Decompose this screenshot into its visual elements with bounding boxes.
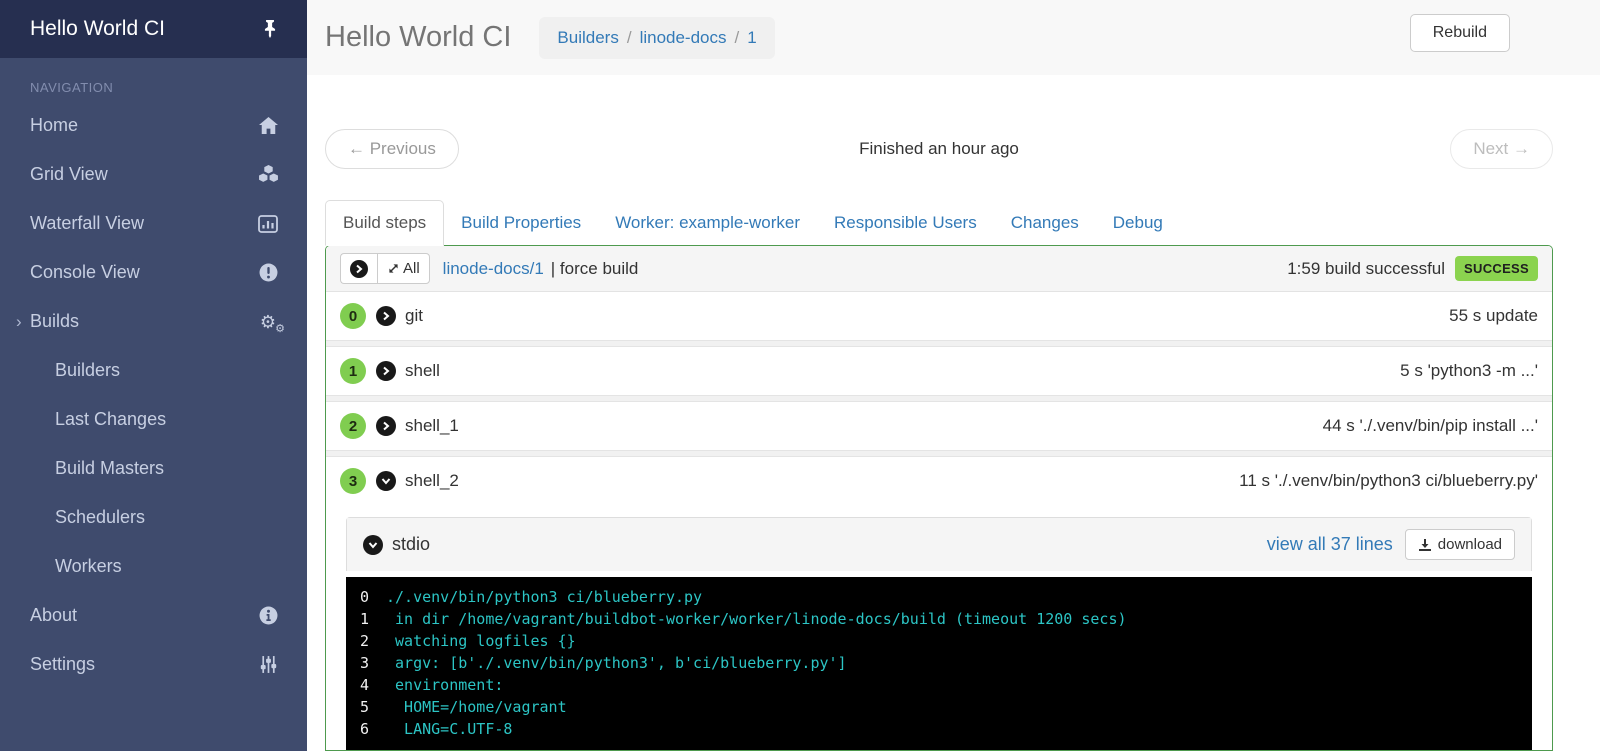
info-circle-icon (257, 606, 279, 626)
step-expanded-area: stdio view all 37 lines download 0 ./.ven… (326, 505, 1552, 750)
sidebar-item-schedulers[interactable]: Schedulers (0, 493, 307, 542)
tab-worker[interactable]: Worker: example-worker (598, 201, 817, 245)
build-result-summary: 1:59 build successful SUCCESS (1287, 256, 1538, 281)
exclamation-circle-icon (257, 263, 279, 283)
build-step-row-git[interactable]: 0 git 55 s update (326, 292, 1552, 340)
step-duration-command: 5 s 'python3 -m ...' (1400, 361, 1538, 380)
tab-build-steps[interactable]: Build steps (325, 200, 445, 246)
sidebar-item-build-masters[interactable]: Build Masters (0, 444, 307, 493)
sidebar-app-title: Hello World CI (30, 17, 165, 40)
build-duration-status: 1:59 build successful (1287, 258, 1446, 278)
expand-caret-icon[interactable]: › (16, 312, 30, 332)
sidebar-item-grid-view[interactable]: Grid View (0, 150, 307, 199)
sidebar-item-waterfall-view[interactable]: Waterfall View (0, 199, 307, 248)
download-log-button[interactable]: download (1404, 529, 1515, 560)
log-line: 1 in dir /home/vagrant/buildbot-worker/w… (360, 610, 1127, 628)
log-line: 6 LANG=C.UTF-8 (360, 720, 513, 738)
app-root: Hello World CI NAVIGATION Home Grid View… (0, 0, 1600, 751)
build-step-row-shell-1[interactable]: 2 shell_1 44 s './.venv/bin/pip install … (326, 402, 1552, 450)
step-number-badge: 0 (340, 303, 366, 329)
build-step-row-shell[interactable]: 1 shell 5 s 'python3 -m ...' (326, 347, 1552, 395)
build-finished-status: Finished an hour ago (859, 139, 1019, 158)
log-line: 2 watching logfiles {} (360, 632, 576, 650)
sidebar-item-builders[interactable]: Builders (0, 346, 307, 395)
build-summary-header: All linode-docs/1 | force build 1:59 bui… (326, 246, 1552, 292)
tab-changes[interactable]: Changes (994, 201, 1096, 245)
view-all-lines-link[interactable]: view all 37 lines (1267, 534, 1393, 555)
log-line: 3 argv: [b'./.venv/bin/python3', b'ci/bl… (360, 654, 847, 672)
sidebar: Hello World CI NAVIGATION Home Grid View… (0, 0, 307, 751)
sidebar-item-last-changes[interactable]: Last Changes (0, 395, 307, 444)
cubes-icon (257, 165, 279, 185)
tab-responsible-users[interactable]: Responsible Users (817, 201, 994, 245)
rebuild-button[interactable]: Rebuild (1409, 14, 1510, 52)
sidebar-item-home[interactable]: Home (0, 101, 307, 150)
step-number-badge: 2 (340, 413, 366, 439)
breadcrumb-link-build-number[interactable]: 1 (747, 28, 756, 48)
tab-build-properties[interactable]: Build Properties (444, 201, 598, 245)
log-line: 4 environment: (360, 676, 504, 694)
breadcrumb: Builders / linode-docs / 1 (539, 16, 775, 59)
stdio-log-title[interactable]: stdio (392, 534, 430, 555)
stdio-log-panel: stdio view all 37 lines download (346, 517, 1532, 571)
step-divider (326, 450, 1552, 457)
toggle-details-button[interactable] (340, 253, 377, 284)
pin-sidebar-icon[interactable] (261, 20, 279, 38)
sidebar-section-label: NAVIGATION (30, 80, 114, 95)
page-header: Hello World CI Builders / linode-docs / … (307, 0, 1600, 75)
step-name[interactable]: shell_1 (405, 416, 459, 436)
chevron-right-circle-icon[interactable] (376, 361, 396, 381)
step-duration-command: 55 s update (1449, 306, 1538, 325)
build-pager: Finished an hour ago ← Previous Next → (325, 129, 1553, 169)
stdio-actions: view all 37 lines download (1267, 529, 1515, 560)
tab-debug[interactable]: Debug (1096, 201, 1180, 245)
chevron-right-circle-icon[interactable] (376, 416, 396, 436)
step-divider (326, 395, 1552, 402)
step-name[interactable]: git (405, 306, 423, 326)
log-line: 0 ./.venv/bin/python3 ci/blueberry.py (360, 588, 703, 606)
chevron-right-circle-icon[interactable] (376, 306, 396, 326)
stdio-log-output[interactable]: 0 ./.venv/bin/python3 ci/blueberry.py 1 i… (346, 577, 1532, 750)
chevron-down-circle-icon[interactable] (376, 471, 396, 491)
chevron-right-circle-icon (350, 259, 368, 278)
step-number-badge: 1 (340, 358, 366, 384)
sidebar-header: Hello World CI (0, 0, 307, 58)
build-reason: | force build (550, 258, 639, 278)
builder-build-link[interactable]: linode-docs/1 (443, 259, 544, 279)
main-content: Hello World CI Builders / linode-docs / … (307, 0, 1600, 751)
sidebar-item-settings[interactable]: Settings (0, 640, 307, 689)
build-tabs: Build steps Build Properties Worker: exa… (325, 200, 1553, 246)
breadcrumb-separator: / (626, 27, 632, 47)
sidebar-item-about[interactable]: About (0, 591, 307, 640)
step-name[interactable]: shell_2 (405, 471, 459, 491)
step-duration-command: 11 s './.venv/bin/python3 ci/blueberry.p… (1239, 471, 1538, 490)
gears-icon: ⚙ ⚙ (259, 311, 285, 335)
log-line: 5 HOME=/home/vagrant (360, 698, 567, 716)
build-summary-panel: All linode-docs/1 | force build 1:59 bui… (325, 245, 1553, 751)
sidebar-item-builds[interactable]: › Builds ⚙ ⚙ (0, 297, 307, 346)
expand-controls: All (340, 253, 430, 284)
sidebar-item-console-view[interactable]: Console View (0, 248, 307, 297)
sliders-icon (257, 655, 279, 675)
expand-arrows-icon (389, 264, 398, 273)
breadcrumb-link-builder[interactable]: linode-docs (640, 28, 727, 48)
stdio-header: stdio view all 37 lines download (347, 518, 1531, 571)
step-duration-command: 44 s './.venv/bin/pip install ...' (1322, 416, 1538, 435)
download-icon (1418, 538, 1431, 551)
bar-chart-icon (257, 214, 279, 234)
sidebar-item-workers[interactable]: Workers (0, 542, 307, 591)
build-step-row-shell-2[interactable]: 3 shell_2 11 s './.venv/bin/python3 ci/b… (326, 457, 1552, 505)
breadcrumb-separator: / (734, 27, 740, 47)
page-title: Hello World CI (325, 21, 512, 53)
home-icon (257, 116, 279, 136)
step-divider (326, 340, 1552, 347)
step-number-badge: 3 (340, 468, 366, 494)
breadcrumb-link-builders[interactable]: Builders (557, 28, 618, 48)
step-name[interactable]: shell (405, 361, 440, 381)
status-badge: SUCCESS (1455, 256, 1538, 281)
chevron-down-circle-icon[interactable] (363, 534, 383, 555)
expand-all-button[interactable]: All (377, 253, 430, 284)
